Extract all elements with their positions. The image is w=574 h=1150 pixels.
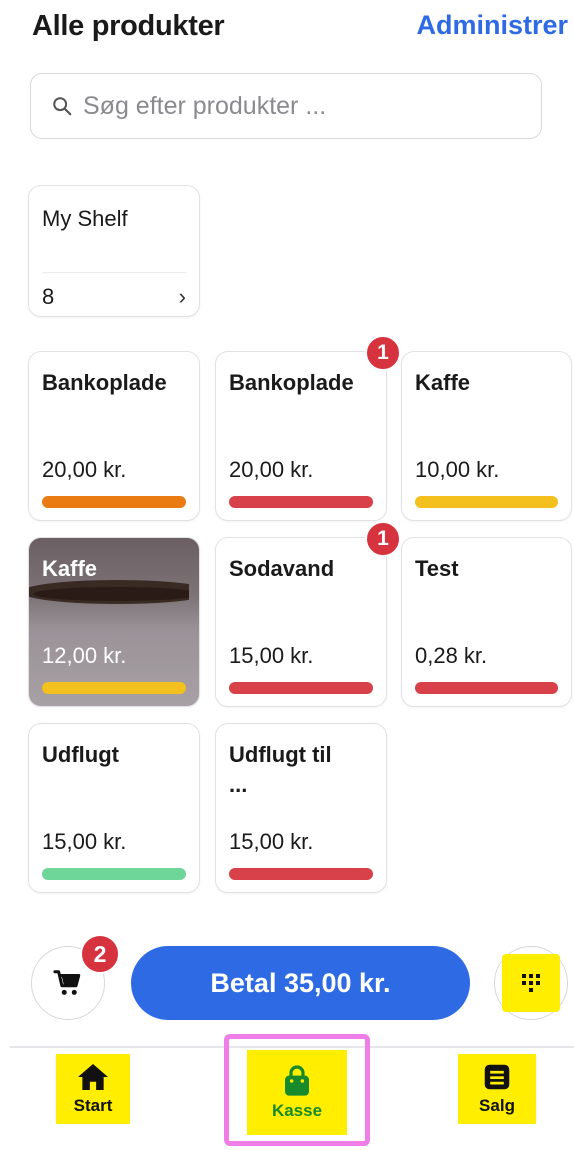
keypad-icon	[522, 974, 540, 992]
home-icon	[78, 1064, 108, 1090]
pay-button[interactable]: Betal 35,00 kr.	[131, 946, 470, 1020]
keypad-button[interactable]	[494, 946, 568, 1020]
product-card[interactable]: Test 0,28 kr.	[401, 537, 572, 707]
product-color-bar	[42, 682, 186, 694]
tab-salg-label: Salg	[479, 1096, 515, 1115]
search-icon	[53, 97, 72, 116]
receipt-list-icon	[484, 1064, 510, 1090]
shelf-card[interactable]: My Shelf 8 ›	[28, 185, 200, 317]
product-color-bar	[42, 868, 186, 880]
chevron-right-icon: ›	[178, 284, 186, 309]
product-price: 12,00 kr.	[42, 643, 127, 668]
product-color-bar	[415, 496, 558, 508]
product-name: Sodavand	[229, 556, 335, 581]
quantity-badge: 1	[365, 521, 401, 557]
product-color-bar	[229, 868, 373, 880]
product-card[interactable]: Kaffe 12,00 kr.	[28, 537, 200, 707]
product-name: Udflugt	[42, 742, 119, 767]
product-color-bar	[229, 496, 373, 508]
product-card[interactable]: Kaffe 10,00 kr.	[401, 351, 572, 521]
product-price: 20,00 kr.	[42, 457, 127, 482]
product-price: 15,00 kr.	[42, 829, 127, 854]
tab-start-label: Start	[73, 1096, 113, 1115]
product-price: 15,00 kr.	[229, 829, 314, 854]
product-price: 10,00 kr.	[415, 457, 500, 482]
search-input[interactable]	[83, 91, 523, 121]
product-color-bar	[42, 496, 186, 508]
page-title: Alle produkter	[32, 10, 225, 42]
shelf-name: My Shelf	[42, 206, 128, 231]
product-price: 15,00 kr.	[229, 643, 314, 668]
shelf-count: 8	[42, 284, 55, 309]
product-card[interactable]: Bankoplade 20,00 kr.	[215, 351, 387, 521]
product-price: 0,28 kr.	[415, 643, 488, 668]
product-name: Kaffe	[42, 556, 98, 581]
product-name: Kaffe	[415, 370, 471, 395]
product-color-bar	[415, 682, 558, 694]
cart-badge: 2	[80, 934, 120, 974]
tab-salg[interactable]: Salg	[458, 1054, 536, 1124]
product-price: 20,00 kr.	[229, 457, 314, 482]
product-card[interactable]: Bankoplade 20,00 kr.	[28, 351, 200, 521]
tab-start-highlight: Start	[56, 1054, 130, 1124]
product-name: Udflugt til ...	[229, 742, 332, 797]
search-box[interactable]	[30, 73, 542, 139]
product-card[interactable]: Udflugt 15,00 kr.	[28, 723, 200, 893]
tab-start[interactable]: Start	[56, 1054, 130, 1124]
manage-link[interactable]: Administrer	[416, 10, 568, 41]
product-card[interactable]: Udflugt til ... 15,00 kr.	[215, 723, 387, 893]
quantity-badge: 1	[365, 335, 401, 371]
product-card[interactable]: Sodavand 15,00 kr.	[215, 537, 387, 707]
selection-frame	[224, 1034, 370, 1146]
product-name: Test	[415, 556, 459, 581]
tab-salg-highlight: Salg	[458, 1054, 536, 1124]
product-name: Bankoplade	[229, 370, 354, 395]
product-name: Bankoplade	[42, 370, 167, 395]
keypad-highlight	[502, 954, 560, 1012]
product-color-bar	[229, 682, 373, 694]
cart-icon	[53, 970, 81, 995]
shelf-divider	[42, 272, 186, 273]
header: Alle produkter Administrer	[0, 0, 574, 60]
